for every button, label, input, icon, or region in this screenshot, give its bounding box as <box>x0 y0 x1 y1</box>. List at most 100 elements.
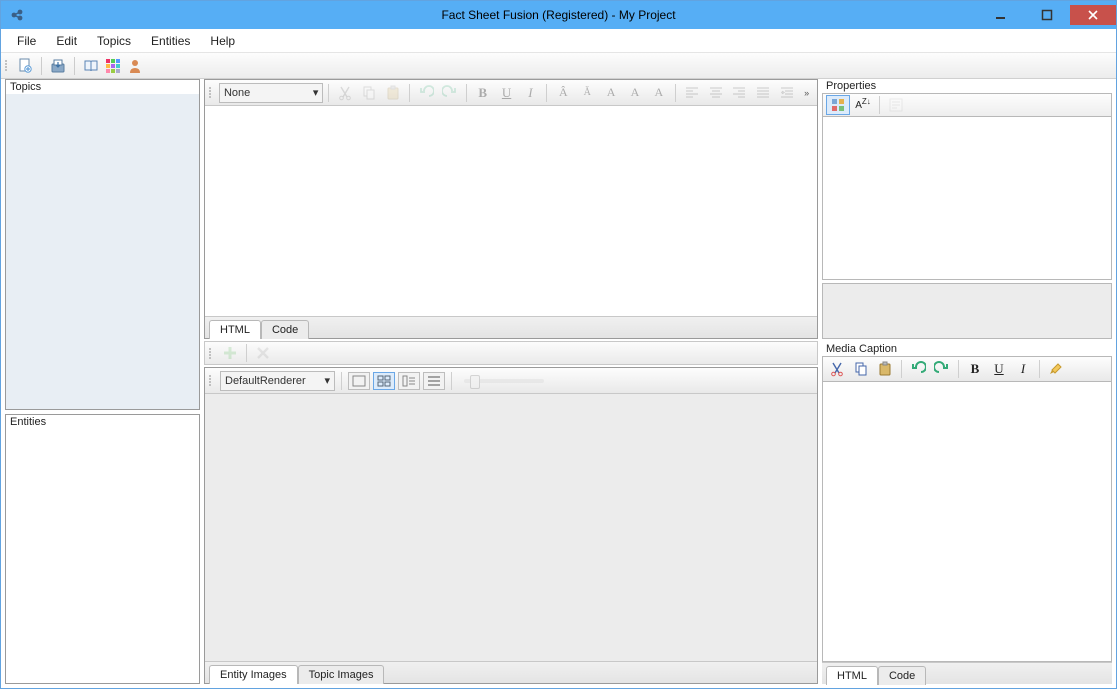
tab-caption-code[interactable]: Code <box>878 666 926 685</box>
close-button[interactable] <box>1070 5 1116 25</box>
align-center-button[interactable] <box>705 83 727 103</box>
maximize-button[interactable] <box>1024 5 1070 25</box>
cut-button[interactable] <box>826 359 848 379</box>
style-combo[interactable]: None ▾ <box>219 83 323 103</box>
content-editor: None ▾ B U I Â Ǎ <box>204 79 818 339</box>
tab-code[interactable]: Code <box>261 320 309 339</box>
view-large-icons-button[interactable] <box>348 372 370 390</box>
window-title: Fact Sheet Fusion (Registered) - My Proj… <box>1 8 1116 22</box>
clear-format-button[interactable]: A <box>648 83 670 103</box>
tab-topic-images[interactable]: Topic Images <box>298 665 385 684</box>
italic-button[interactable]: I <box>1012 359 1034 379</box>
undo-button[interactable] <box>415 83 437 103</box>
app-icon <box>7 4 29 26</box>
toolbar-grip <box>209 87 215 98</box>
align-justify-button[interactable] <box>752 83 774 103</box>
toolbar-grip <box>209 375 215 386</box>
style-combo-value: None <box>224 87 250 99</box>
shrink-font-button[interactable]: Ǎ <box>576 83 598 103</box>
indent-button[interactable] <box>776 83 798 103</box>
redo-button[interactable] <box>931 359 953 379</box>
media-caption-title: Media Caption <box>822 342 1112 356</box>
properties-grid[interactable] <box>822 117 1112 280</box>
left-column: Topics Entities <box>5 79 200 684</box>
topics-list[interactable] <box>6 94 199 409</box>
format-brush-button[interactable] <box>1045 359 1067 379</box>
center-column: None ▾ B U I Â Ǎ <box>204 79 818 684</box>
editor-toolbar: None ▾ B U I Â Ǎ <box>205 80 817 106</box>
underline-button[interactable]: U <box>988 359 1010 379</box>
paste-button[interactable] <box>874 359 896 379</box>
tab-caption-html[interactable]: HTML <box>826 666 878 685</box>
tab-entity-images[interactable]: Entity Images <box>209 665 298 684</box>
copy-button[interactable] <box>850 359 872 379</box>
font-color-button[interactable]: A <box>600 83 622 103</box>
paste-button[interactable] <box>382 83 404 103</box>
view-details-button[interactable] <box>423 372 445 390</box>
underline-button[interactable]: U <box>496 83 518 103</box>
main-toolbar <box>1 53 1116 79</box>
align-left-button[interactable] <box>681 83 703 103</box>
minimize-button[interactable] <box>978 5 1024 25</box>
menu-topics[interactable]: Topics <box>87 31 141 51</box>
properties-alphabetical-button[interactable]: AZ↓ <box>852 95 874 115</box>
editor-tabstrip: HTML Code <box>205 316 817 338</box>
italic-button[interactable]: I <box>520 83 542 103</box>
media-caption-panel: Media Caption B U I HTML <box>822 342 1112 684</box>
menu-entities[interactable]: Entities <box>141 31 200 51</box>
menu-file[interactable]: File <box>7 31 46 51</box>
grow-font-button[interactable]: Â <box>552 83 574 103</box>
media-caption-canvas[interactable] <box>822 382 1112 662</box>
titlebar: Fact Sheet Fusion (Registered) - My Proj… <box>1 1 1116 29</box>
cut-button[interactable] <box>334 83 356 103</box>
properties-panel: Properties AZ↓ <box>822 79 1112 339</box>
tab-html[interactable]: HTML <box>209 320 261 339</box>
topics-panel-header: Topics <box>6 80 199 94</box>
toolbar-overflow-icon[interactable]: » <box>800 88 813 98</box>
zoom-slider[interactable] <box>464 379 544 383</box>
entities-panel: Entities <box>5 414 200 684</box>
view-medium-icons-button[interactable] <box>373 372 395 390</box>
export-button[interactable] <box>48 56 68 76</box>
image-tabstrip: Entity Images Topic Images <box>205 661 817 683</box>
entities-panel-header: Entities <box>6 415 199 429</box>
media-caption-tabstrip: HTML Code <box>822 662 1112 684</box>
media-toolbar <box>204 341 818 365</box>
undo-button[interactable] <box>907 359 929 379</box>
align-right-button[interactable] <box>729 83 751 103</box>
copy-button[interactable] <box>358 83 380 103</box>
image-browser-toolbar: DefaultRenderer ▾ <box>205 368 817 394</box>
new-document-button[interactable] <box>15 56 35 76</box>
chevron-down-icon: ▾ <box>324 374 330 387</box>
chevron-down-icon: ▾ <box>313 86 319 99</box>
toolbar-grip <box>5 60 11 71</box>
image-browser-canvas[interactable] <box>205 394 817 661</box>
app-window: Fact Sheet Fusion (Registered) - My Proj… <box>0 0 1117 689</box>
entities-list[interactable] <box>6 429 199 683</box>
bold-button[interactable]: B <box>964 359 986 379</box>
renderer-combo[interactable]: DefaultRenderer ▾ <box>220 371 335 391</box>
topics-panel: Topics <box>5 79 200 410</box>
property-pages-button[interactable] <box>885 95 907 115</box>
menu-help[interactable]: Help <box>200 31 245 51</box>
view-list-button[interactable] <box>398 372 420 390</box>
editor-canvas[interactable] <box>205 106 817 316</box>
properties-categorized-button[interactable] <box>826 95 850 115</box>
window-controls <box>978 5 1116 25</box>
properties-description <box>822 283 1112 339</box>
color-grid-button[interactable] <box>103 56 123 76</box>
open-book-button[interactable] <box>81 56 101 76</box>
menubar: File Edit Topics Entities Help <box>1 29 1116 53</box>
toolbar-grip <box>209 348 215 359</box>
user-button[interactable] <box>125 56 145 76</box>
renderer-combo-value: DefaultRenderer <box>225 375 306 387</box>
properties-toolbar: AZ↓ <box>822 93 1112 117</box>
redo-button[interactable] <box>439 83 461 103</box>
add-button[interactable] <box>219 343 241 363</box>
bold-button[interactable]: B <box>472 83 494 103</box>
body: Topics Entities None ▾ <box>1 79 1116 688</box>
menu-edit[interactable]: Edit <box>46 31 87 51</box>
highlight-button[interactable]: A <box>624 83 646 103</box>
delete-button[interactable] <box>252 343 274 363</box>
media-caption-toolbar: B U I <box>822 356 1112 382</box>
